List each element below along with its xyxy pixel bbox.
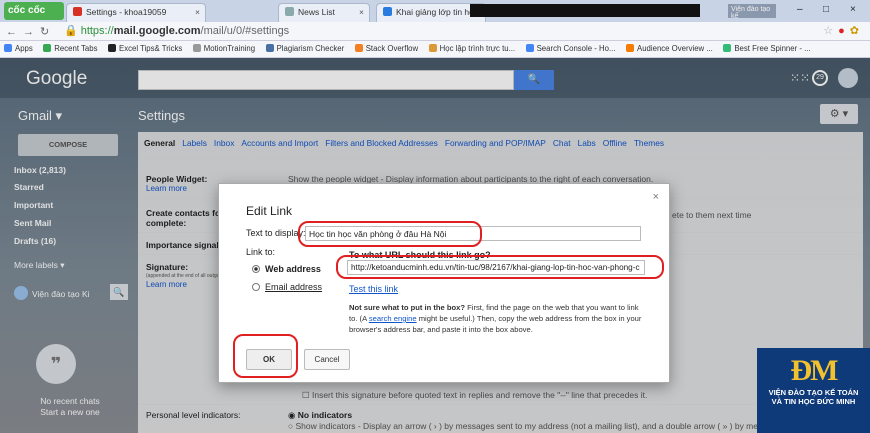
text-to-display-label: Text to display: — [246, 228, 306, 238]
brand-line-1: VIỆN ĐÀO TẠO KẾ TOÁN — [768, 388, 859, 397]
site-icon — [428, 44, 437, 52]
bookmarks-bar: Apps Recent Tabs Excel Tips& Tricks Moti… — [0, 41, 870, 58]
bookmark-label: Apps — [15, 44, 33, 53]
address-bar: ←→↻ 🔒 https://mail.google.com/mail/u/0/#s… — [0, 22, 870, 41]
search-engine-link[interactable]: search engine — [369, 314, 417, 323]
tab-settings[interactable]: Settings - khoa19059 × — [66, 3, 206, 22]
bookmark-plagiarism[interactable]: Plagiarism Checker — [262, 41, 349, 56]
email-address-radio[interactable]: Email address — [252, 282, 322, 292]
site-icon — [383, 7, 392, 16]
page-icon — [285, 7, 294, 16]
bookmark-apps[interactable]: Apps — [0, 41, 37, 56]
redacted-area — [470, 4, 700, 17]
recent-tabs-icon — [43, 44, 52, 52]
bookmark-label: Audience Overview ... — [637, 44, 713, 53]
bookmark-recent-tabs[interactable]: Recent Tabs — [39, 41, 101, 56]
email-address-label: Email address — [265, 282, 323, 292]
url-host: mail.google.com — [113, 25, 201, 37]
close-window-icon[interactable]: × — [850, 4, 856, 15]
pinterest-icon[interactable]: ● — [838, 25, 850, 37]
search-console-icon — [525, 44, 534, 52]
star-icon[interactable]: ☆ — [823, 25, 838, 37]
browser-logo[interactable]: cốc cốc — [4, 2, 64, 20]
tab-label: Khai giảng lớp tin họ — [396, 7, 474, 17]
bookmark-label: Search Console - Ho... — [536, 44, 616, 53]
bookmark-audience[interactable]: Audience Overview ... — [622, 41, 717, 56]
bookmark-label: Plagiarism Checker — [276, 44, 345, 53]
web-address-label: Web address — [265, 264, 321, 274]
extension-icon[interactable]: ✿ — [850, 25, 864, 37]
radio-icon[interactable] — [252, 283, 260, 291]
bookmark-label: Excel Tips& Tricks — [119, 44, 183, 53]
site-icon — [265, 44, 274, 52]
analytics-icon — [626, 44, 634, 52]
bookmark-excel[interactable]: Excel Tips& Tricks — [104, 41, 186, 56]
maximize-icon[interactable]: □ — [823, 4, 829, 15]
url-field[interactable]: 🔒 https://mail.google.com/mail/u/0/#setti… — [64, 24, 289, 37]
lock-icon: 🔒 — [64, 25, 78, 37]
help-bold: Not sure what to put in the box? — [349, 303, 466, 312]
annotation-circle-ok — [233, 334, 298, 378]
bookmark-label: Học lập trình trực tu... — [439, 44, 516, 53]
tab-label: Settings - khoa19059 — [86, 7, 167, 17]
link-to-label: Link to: — [246, 247, 276, 257]
annotation-circle-text — [298, 221, 482, 247]
bookmark-label: Best Free Spinner - ... — [734, 44, 811, 53]
radio-selected-icon[interactable] — [252, 265, 260, 273]
minimize-icon[interactable]: – — [797, 4, 803, 15]
close-tab-icon[interactable]: × — [195, 7, 200, 17]
apps-grid-icon — [4, 44, 12, 52]
annotation-circle-url — [336, 255, 664, 279]
bookmark-hoc-lap-trinh[interactable]: Học lập trình trực tu... — [425, 41, 519, 56]
profile-button[interactable]: Viện đào tạo kế — [728, 4, 776, 20]
reload-icon[interactable]: ↻ — [40, 26, 55, 38]
brand-line-2: VÀ TIN HỌC ĐỨC MINH — [771, 397, 856, 406]
site-icon — [723, 44, 732, 52]
close-icon[interactable]: × — [653, 191, 659, 203]
brand-logo: ĐM VIỆN ĐÀO TẠO KẾ TOÁN VÀ TIN HỌC ĐỨC M… — [757, 348, 870, 433]
bookmark-label: MotionTraining — [203, 44, 256, 53]
brand-mark: ĐM — [790, 354, 839, 387]
bookmark-motion[interactable]: MotionTraining — [189, 41, 259, 56]
tab-news-list[interactable]: News List × — [278, 3, 370, 22]
stackoverflow-icon — [354, 44, 363, 52]
bookmark-label: Recent Tabs — [54, 44, 98, 53]
close-tab-icon[interactable]: × — [359, 7, 364, 17]
bookmark-search-console[interactable]: Search Console - Ho... — [522, 41, 620, 56]
url-path: /mail/u/0/#settings — [200, 25, 290, 37]
nav-buttons[interactable]: ←→↻ — [6, 25, 55, 38]
back-icon[interactable]: ← — [6, 26, 23, 38]
page-icon — [192, 44, 201, 52]
help-text: Not sure what to put in the box? First, … — [349, 302, 649, 335]
bookmark-spinner[interactable]: Best Free Spinner - ... — [719, 41, 814, 56]
test-link[interactable]: Test this link — [349, 284, 398, 294]
url-prefix: https:// — [80, 25, 114, 37]
forward-icon[interactable]: → — [23, 26, 40, 38]
tab-label: News List — [298, 7, 335, 17]
bookmark-label: Stack Overflow — [365, 44, 419, 53]
dialog-title: Edit Link — [246, 204, 293, 218]
extension-icons[interactable]: ☆●✿ — [823, 24, 864, 37]
site-icon — [108, 44, 117, 52]
browser-tab-bar: cốc cốc Settings - khoa19059 × News List ×… — [0, 0, 870, 22]
bookmark-stackoverflow[interactable]: Stack Overflow — [351, 41, 422, 56]
web-address-radio[interactable]: Web address — [252, 264, 321, 274]
cancel-button[interactable]: Cancel — [304, 349, 350, 370]
gmail-icon — [73, 7, 82, 16]
